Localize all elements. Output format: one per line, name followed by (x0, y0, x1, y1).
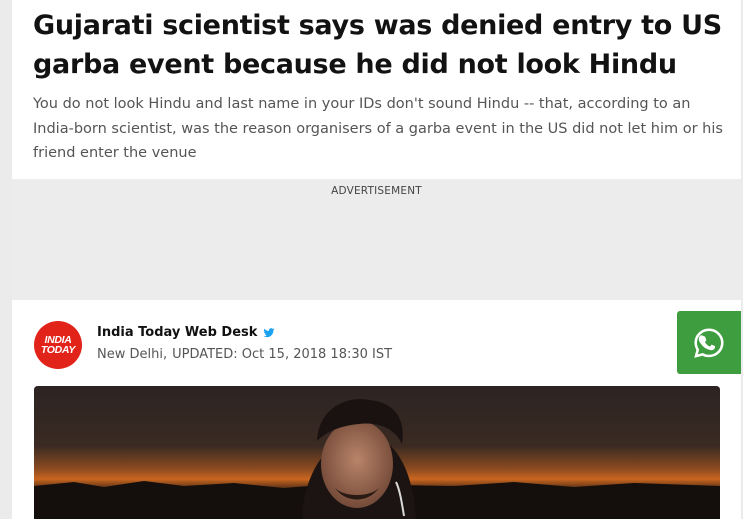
article-summary: You do not look Hindu and last name in y… (33, 96, 723, 161)
article-headline: Gujarati scientist says was denied entry… (33, 10, 722, 80)
logo-text-today: TODAY (40, 344, 76, 356)
whatsapp-share-button[interactable] (677, 311, 741, 374)
article-byline: INDIA TODAY India Today Web Desk New Del… (12, 300, 741, 386)
advertisement-slot[interactable]: ADVERTISEMENT (12, 179, 741, 300)
author-name[interactable]: India Today Web Desk (97, 325, 257, 340)
article-hero-image[interactable] (34, 386, 720, 519)
author-row: India Today Web Desk (97, 325, 275, 340)
article-meta: New Delhi, UPDATED: Oct 15, 2018 18:30 IS… (97, 347, 392, 362)
twitter-bird-icon[interactable] (263, 327, 275, 339)
whatsapp-icon (694, 327, 724, 358)
article-card: Gujarati scientist says was denied entry… (12, 0, 741, 519)
article-updated-time: UPDATED: Oct 15, 2018 18:30 IST (172, 347, 393, 362)
hero-photo-placeholder (34, 386, 720, 519)
india-today-logo[interactable]: INDIA TODAY (34, 321, 82, 369)
page: Gujarati scientist says was denied entry… (0, 0, 743, 519)
article-location: New Delhi, (97, 347, 168, 362)
advertisement-label: ADVERTISEMENT (331, 185, 422, 197)
